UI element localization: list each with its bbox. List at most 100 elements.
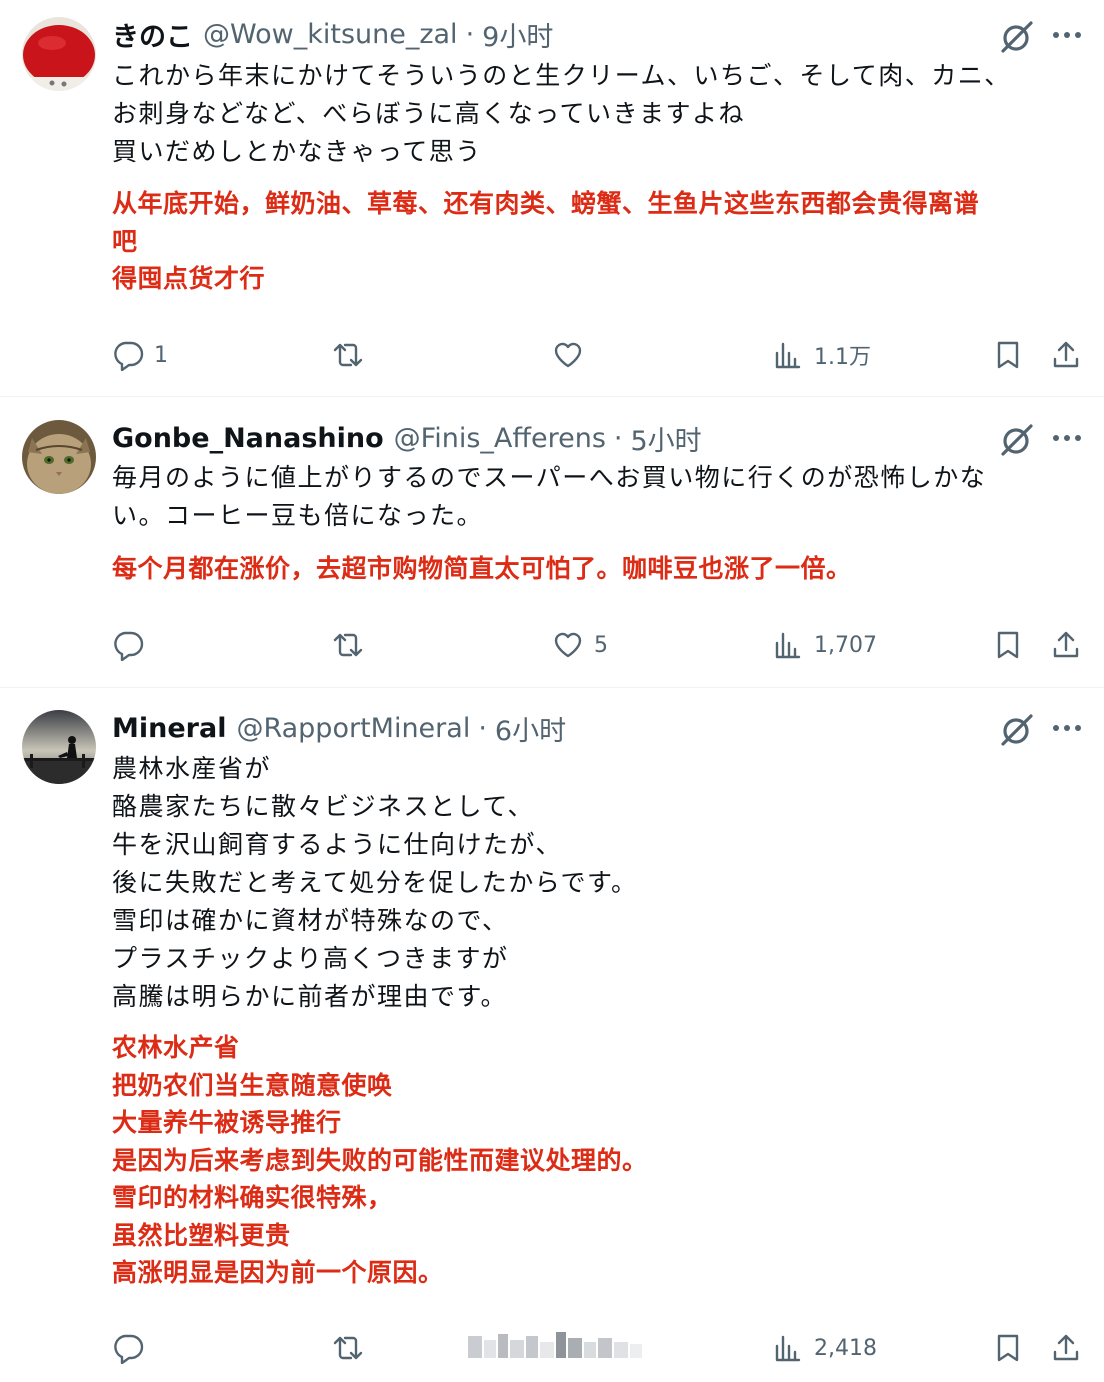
share-button[interactable] (1050, 1328, 1082, 1368)
translation-line: 大量养牛被诱导推行 (112, 1108, 342, 1137)
views-button[interactable]: 1,707 (772, 625, 877, 665)
display-name[interactable]: きのこ (112, 15, 193, 54)
watermark-overlay (468, 1332, 642, 1358)
translation-text: 农林水产省 把奶农们当生意随意使唤 大量养牛被诱导推行 是因为后来考虑到失败的可… (112, 1029, 648, 1292)
views-button[interactable]: 1.1万 (772, 335, 871, 375)
views-icon (775, 342, 801, 369)
grok-icon[interactable] (998, 421, 1036, 459)
reply-feed: きのこ @Wow_kitsune_zal · 9小时 これから年末にかけてそうい… (0, 0, 1104, 1382)
bookmark-icon (997, 631, 1019, 659)
post-3[interactable]: Mineral @RapportMineral · 6小时 農林水産省が 酪農家… (0, 688, 1104, 1382)
action-bar: 5 1,707 (0, 625, 1104, 665)
translation-line: 农林水产省 (112, 1033, 240, 1062)
grok-icon[interactable] (998, 711, 1036, 749)
reply-icon (114, 1334, 144, 1364)
views-icon (775, 1335, 801, 1362)
avatar[interactable] (22, 420, 96, 494)
post-header: きのこ @Wow_kitsune_zal · 9小时 (112, 15, 553, 54)
retweet-button[interactable] (332, 1328, 364, 1368)
translation-line: 把奶农们当生意随意使唤 (112, 1070, 393, 1100)
text-line: 牛を沢山飼育するように仕向けたが、 (112, 830, 563, 859)
separator-dot: · (478, 712, 487, 744)
reply-button[interactable] (112, 625, 144, 665)
avatar[interactable] (22, 710, 96, 784)
translation-line: 得囤点货才行 (112, 264, 266, 293)
post-header: Mineral @RapportMineral · 6小时 (112, 709, 566, 748)
display-name[interactable]: Mineral (112, 713, 226, 744)
translation-line: 雪印的材料确实很特殊， (112, 1183, 393, 1212)
action-bar: 1 1.1万 (0, 335, 1104, 375)
translation-text: 从年底开始，鲜奶油、草莓、还有肉类、螃蟹、生鱼片这些东西都会贵得离谱 吧 得囤点… (112, 185, 979, 298)
view-count: 2,418 (814, 1335, 877, 1361)
translation-line: 是因为后来考虑到失败的可能性而建议处理的。 (112, 1145, 648, 1175)
translation-line: 吧 (112, 226, 138, 256)
views-button[interactable]: 2,418 (772, 1328, 877, 1368)
view-count: 1.1万 (814, 345, 871, 370)
reply-button[interactable] (112, 1328, 144, 1368)
translation-line: 从年底开始，鲜奶油、草莓、还有肉类、螃蟹、生鱼片这些东西都会贵得离谱 (112, 189, 980, 218)
share-icon (1053, 341, 1079, 368)
reply-icon (114, 341, 144, 371)
post-time[interactable]: 5小时 (630, 419, 701, 458)
display-name[interactable]: Gonbe_Nanashino (112, 423, 384, 454)
avatar[interactable] (22, 17, 96, 91)
retweet-icon (333, 1336, 363, 1360)
post-header: Gonbe_Nanashino @Finis_Afferens · 5小时 (112, 419, 702, 458)
like-count: 5 (594, 632, 608, 658)
views-icon (775, 632, 801, 659)
post-time[interactable]: 9小时 (482, 15, 553, 54)
post-2[interactable]: Gonbe_Nanashino @Finis_Afferens · 5小时 毎月… (0, 397, 1104, 687)
text-line: 毎月のように値上がりするのでスーパーへお買い物に行くのが恐怖しかな (112, 463, 987, 492)
text-line: 酪農家たちに散々ビジネスとして、 (112, 792, 535, 821)
retweet-button[interactable] (332, 335, 364, 375)
user-handle[interactable]: @Finis_Afferens (394, 423, 606, 454)
text-line: これから年末にかけてそういうのと生クリーム、いちご、そして肉、カニ、 (112, 61, 1011, 90)
more-icon[interactable] (1050, 18, 1084, 52)
separator-dot: · (613, 422, 623, 454)
text-line: プラスチックより高くつきますが (112, 944, 509, 973)
action-bar: 2,418 (0, 1328, 1104, 1368)
retweet-icon (333, 343, 363, 367)
text-line: 後に失敗だと考えて処分を促したからです。 (112, 868, 638, 897)
share-button[interactable] (1050, 335, 1082, 375)
retweet-icon (333, 633, 363, 657)
bookmark-icon (997, 1334, 1019, 1362)
translation-line: 高涨明显是因为前一个原因。 (112, 1258, 444, 1287)
share-button[interactable] (1050, 625, 1082, 665)
view-count: 1,707 (814, 632, 877, 658)
post-text: 毎月のように値上がりするのでスーパーへお買い物に行くのが恐怖しかな い。コーヒー… (112, 459, 986, 535)
bookmark-icon (997, 341, 1019, 369)
more-icon[interactable] (1050, 421, 1084, 455)
separator-dot: · (465, 18, 475, 50)
bookmark-button[interactable] (992, 1328, 1024, 1368)
text-line: い。コーヒー豆も倍になった。 (112, 501, 484, 530)
like-button[interactable]: 5 (552, 625, 608, 665)
post-text: これから年末にかけてそういうのと生クリーム、いちご、そして肉、カニ、 お刺身など… (112, 57, 1011, 171)
text-line: お刺身などなど、べらぼうに高くなっていきますよね (112, 99, 746, 128)
heart-icon (554, 342, 582, 368)
text-line: 高騰は明らかに前者が理由です。 (112, 982, 508, 1011)
post-time[interactable]: 6小时 (495, 709, 566, 748)
bookmark-button[interactable] (992, 625, 1024, 665)
reply-count: 1 (154, 342, 168, 368)
heart-icon (554, 632, 582, 658)
share-icon (1053, 631, 1079, 658)
reply-icon (114, 631, 144, 661)
share-icon (1053, 1334, 1079, 1361)
grok-icon[interactable] (998, 18, 1036, 56)
post-1[interactable]: きのこ @Wow_kitsune_zal · 9小时 これから年末にかけてそうい… (0, 0, 1104, 396)
post-text: 農林水産省が 酪農家たちに散々ビジネスとして、 牛を沢山飼育するように仕向けたが… (112, 750, 638, 1016)
user-handle[interactable]: @Wow_kitsune_zal (203, 19, 458, 50)
translation-line: 每个月都在涨价，去超市购物简直太可怕了。咖啡豆也涨了一倍。 (112, 554, 852, 583)
user-handle[interactable]: @RapportMineral (236, 713, 470, 744)
more-icon[interactable] (1050, 711, 1084, 745)
translation-text: 每个月都在涨价，去超市购物简直太可怕了。咖啡豆也涨了一倍。 (112, 550, 852, 588)
text-line: 買いだめしとかなきゃって思う (112, 137, 482, 166)
bookmark-button[interactable] (992, 335, 1024, 375)
like-button[interactable] (552, 335, 584, 375)
reply-button[interactable]: 1 (112, 335, 168, 375)
translation-line: 虽然比塑料更贵 (112, 1220, 291, 1250)
text-line: 雪印は確かに資材が特殊なので、 (112, 906, 509, 935)
retweet-button[interactable] (332, 625, 364, 665)
text-line: 農林水産省が (112, 754, 272, 783)
